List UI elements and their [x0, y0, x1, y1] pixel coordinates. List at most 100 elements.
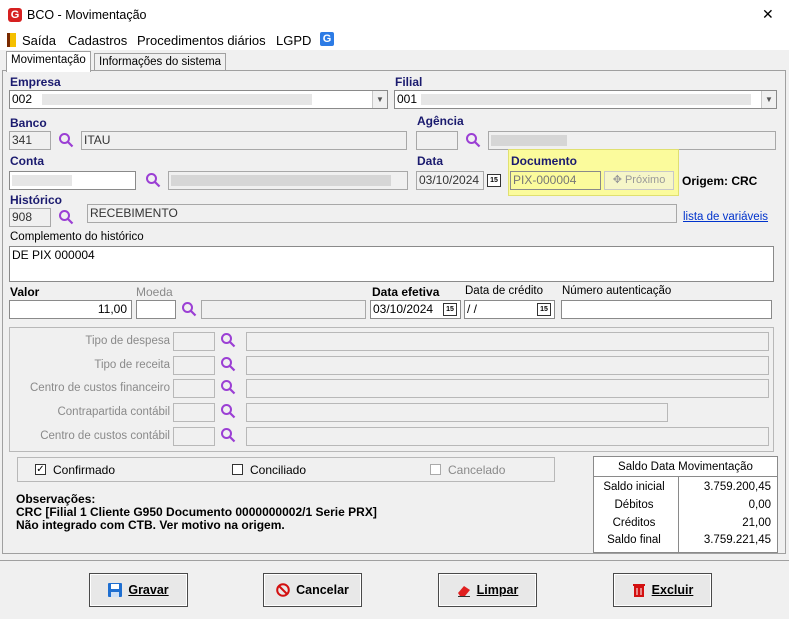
filial-name-redacted [421, 94, 751, 105]
search-icon[interactable] [145, 172, 161, 188]
excluir-button[interactable]: Excluir [613, 573, 712, 607]
valor-field[interactable]: 11,00 [9, 300, 132, 319]
origem-label: Origem: CRC [682, 174, 758, 188]
debitos-label: Débitos [614, 499, 654, 511]
filial-label: Filial [395, 75, 423, 89]
moeda-name-field [201, 300, 366, 319]
search-icon[interactable] [220, 427, 236, 443]
search-icon[interactable] [465, 132, 481, 148]
cancelar-label: Cancelar [296, 583, 349, 597]
search-icon[interactable] [220, 356, 236, 372]
empresa-code: 002 [12, 92, 33, 106]
cancelado-label: Cancelado [448, 463, 506, 477]
tab-movimentacao[interactable]: Movimentação [6, 51, 91, 72]
banco-label: Banco [10, 116, 47, 130]
menu-bar: Saída Cadastros Procedimentos diários LG… [0, 30, 789, 50]
contrapartida-contabil-name [246, 403, 668, 422]
dropdown-arrow-icon[interactable]: ▼ [372, 91, 387, 108]
tipo-despesa-name [246, 332, 769, 351]
data-credito-label: Data de crédito [465, 285, 543, 297]
menu-lgpd[interactable]: LGPD [276, 33, 311, 48]
menu-procedimentos-diarios[interactable]: Procedimentos diários [137, 33, 266, 48]
tipo-receita-code[interactable] [173, 356, 215, 375]
limpar-button[interactable]: Limpar [438, 573, 537, 607]
tipo-receita-name [246, 356, 769, 375]
empresa-label: Empresa [10, 75, 61, 89]
save-icon [108, 583, 123, 597]
moeda-field[interactable] [136, 300, 176, 319]
g-icon[interactable]: G [320, 32, 334, 46]
conciliado-checkbox[interactable] [232, 464, 243, 475]
cancel-icon [276, 583, 290, 597]
excluir-label: Excluir [651, 583, 694, 597]
moeda-label: Moeda [136, 285, 173, 299]
data-efetiva-field[interactable]: 03/10/2024 15 [370, 300, 461, 319]
saldo-final-label: Saldo final [607, 534, 661, 546]
search-icon[interactable] [220, 332, 236, 348]
limpar-label: Limpar [476, 583, 519, 597]
saldo-inicial-label: Saldo inicial [603, 481, 665, 493]
centro-custos-contabil-code[interactable] [173, 427, 215, 446]
search-icon[interactable] [220, 403, 236, 419]
data-credito-field[interactable]: / / 15 [464, 300, 555, 319]
complemento-textarea[interactable]: DE PIX 000004 [9, 246, 774, 282]
search-icon[interactable] [181, 301, 197, 317]
tipo-despesa-label: Tipo de despesa [85, 335, 170, 347]
cancelar-button[interactable]: Cancelar [263, 573, 362, 607]
conta-label: Conta [10, 154, 44, 168]
tipo-despesa-code[interactable] [173, 332, 215, 351]
agencia-label: Agência [417, 114, 464, 128]
gravar-button[interactable]: Gravar [89, 573, 188, 607]
confirmado-checkbox[interactable]: ✓ [35, 464, 46, 475]
documento-label: Documento [511, 154, 577, 168]
contrapartida-contabil-code[interactable] [173, 403, 215, 422]
conta-name-field [168, 171, 408, 190]
gravar-label: Gravar [128, 583, 169, 597]
autenticacao-label: Número autenticação [562, 285, 672, 297]
historico-code-field[interactable]: 908 [9, 208, 51, 227]
centro-custos-contabil-label: Centro de custos contábil [40, 430, 170, 442]
search-icon[interactable] [220, 379, 236, 395]
filial-select[interactable]: 001 ▼ [394, 90, 777, 109]
data-label: Data [417, 154, 444, 168]
observacoes-block: Observações: CRC [Filial 1 Cliente G950 … [16, 493, 377, 532]
data-credito-value: / / [467, 302, 478, 316]
saldo-title: Saldo Data Movimentação [594, 457, 777, 477]
centro-custos-contabil-name [246, 427, 769, 446]
autenticacao-field[interactable] [561, 300, 772, 319]
menu-saida[interactable]: Saída [22, 33, 56, 48]
saldo-final-value: 3.759.221,45 [703, 534, 771, 546]
cancelado-checkbox[interactable] [430, 464, 441, 475]
calendar-icon[interactable]: 15 [443, 303, 457, 316]
calendar-icon[interactable]: 15 [537, 303, 551, 316]
footer-divider [0, 560, 789, 561]
calendar-icon[interactable]: 15 [487, 174, 501, 187]
empresa-select[interactable]: 002 ▼ [9, 90, 388, 109]
complemento-label: Complemento do histórico [10, 231, 144, 243]
search-icon[interactable] [58, 209, 74, 225]
agencia-name-redacted [491, 135, 567, 146]
data-field[interactable]: 03/10/2024 [416, 171, 484, 190]
contrapartida-contabil-label: Contrapartida contábil [57, 406, 170, 418]
documento-field[interactable]: PIX-000004 [510, 171, 601, 190]
window-title: BCO - Movimentação [27, 8, 147, 22]
historico-name-field: RECEBIMENTO [87, 204, 677, 223]
dropdown-arrow-icon[interactable]: ▼ [761, 91, 776, 108]
exit-icon [7, 33, 16, 47]
banco-code-field[interactable]: 341 [9, 131, 51, 150]
proximo-button[interactable]: ✥ Próximo [604, 171, 674, 190]
search-icon[interactable] [58, 132, 74, 148]
lista-variaveis-link[interactable]: lista de variáveis [683, 211, 768, 223]
creditos-value: 21,00 [742, 517, 771, 529]
menu-cadastros[interactable]: Cadastros [68, 33, 127, 48]
conta-code-field[interactable] [9, 171, 136, 190]
proximo-icon: ✥ [612, 174, 622, 186]
agencia-name-field [488, 131, 776, 150]
data-efetiva-value: 03/10/2024 [373, 302, 434, 316]
tipo-receita-label: Tipo de receita [94, 359, 170, 371]
agencia-code-field[interactable] [416, 131, 458, 150]
centro-custos-financeiro-label: Centro de custos financeiro [30, 382, 170, 394]
close-icon[interactable]: ✕ [762, 6, 774, 23]
centro-custos-financeiro-code[interactable] [173, 379, 215, 398]
centro-custos-financeiro-name [246, 379, 769, 398]
